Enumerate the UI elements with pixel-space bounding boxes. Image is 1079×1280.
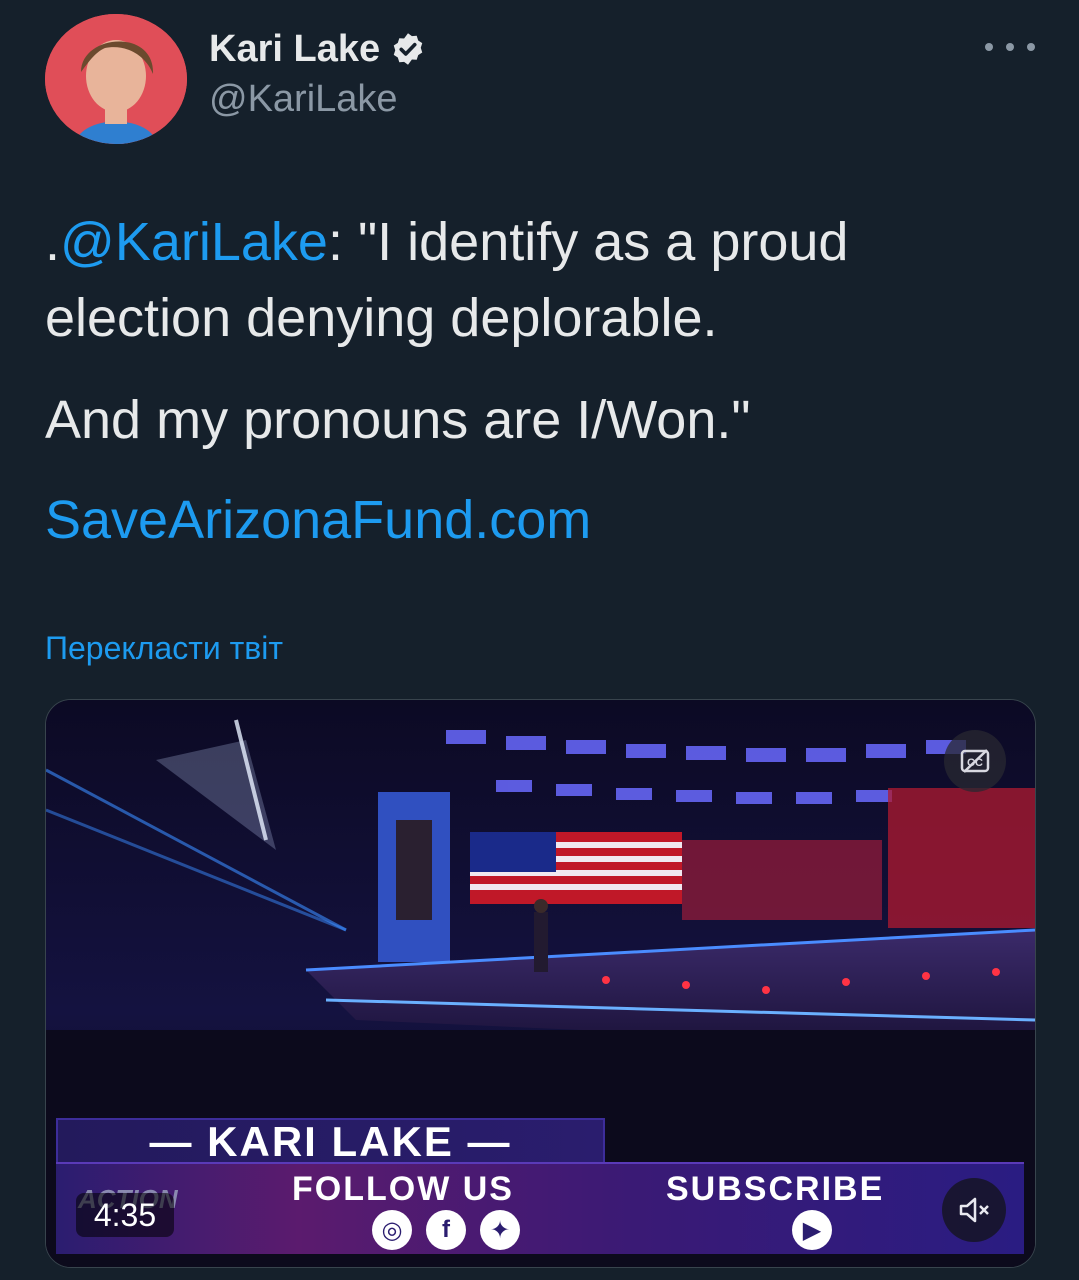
more-options-icon[interactable] [985, 32, 1035, 62]
video-player[interactable]: CC — KARI LAKE — ACTION FOLLOW US SUBSCR… [45, 699, 1036, 1268]
follow-us-label: FOLLOW US [292, 1170, 514, 1208]
facebook-icon: f [426, 1210, 466, 1250]
youtube-icon: ▶ [792, 1210, 832, 1250]
mention-link[interactable]: @KariLake [60, 212, 328, 272]
author-name-text[interactable]: Kari Lake [209, 26, 380, 72]
avatar[interactable] [45, 14, 187, 144]
tweet-text-paragraph-1: .@KariLake: "I identify as a proud elect… [45, 204, 1045, 356]
lower-third-name: — KARI LAKE — [56, 1118, 605, 1166]
instagram-icon: ◎ [372, 1210, 412, 1250]
translate-tweet-link[interactable]: Перекласти твіт [45, 628, 283, 668]
subscribe-label: SUBSCRIBE [666, 1170, 885, 1208]
cc-icon[interactable]: CC [944, 730, 1006, 792]
author-handle[interactable]: @KariLake [209, 76, 398, 122]
video-duration: 4:35 [76, 1193, 174, 1237]
verified-badge-icon [393, 33, 423, 65]
external-link[interactable]: SaveArizonaFund.com [45, 482, 591, 558]
twitter-icon: ✦ [480, 1210, 520, 1250]
tweet-view: Kari Lake @KariLake .@KariLake: "I ident… [0, 0, 1079, 1280]
tweet-text-paragraph-2: And my pronouns are I/Won." [45, 390, 751, 450]
author-name[interactable]: Kari Lake [209, 26, 426, 72]
video-banner: ACTION FOLLOW US SUBSCRIBE ◎ f ✦ ▶ [56, 1162, 1024, 1254]
mute-icon[interactable] [942, 1178, 1006, 1242]
tweet-prefix: . [45, 212, 61, 272]
